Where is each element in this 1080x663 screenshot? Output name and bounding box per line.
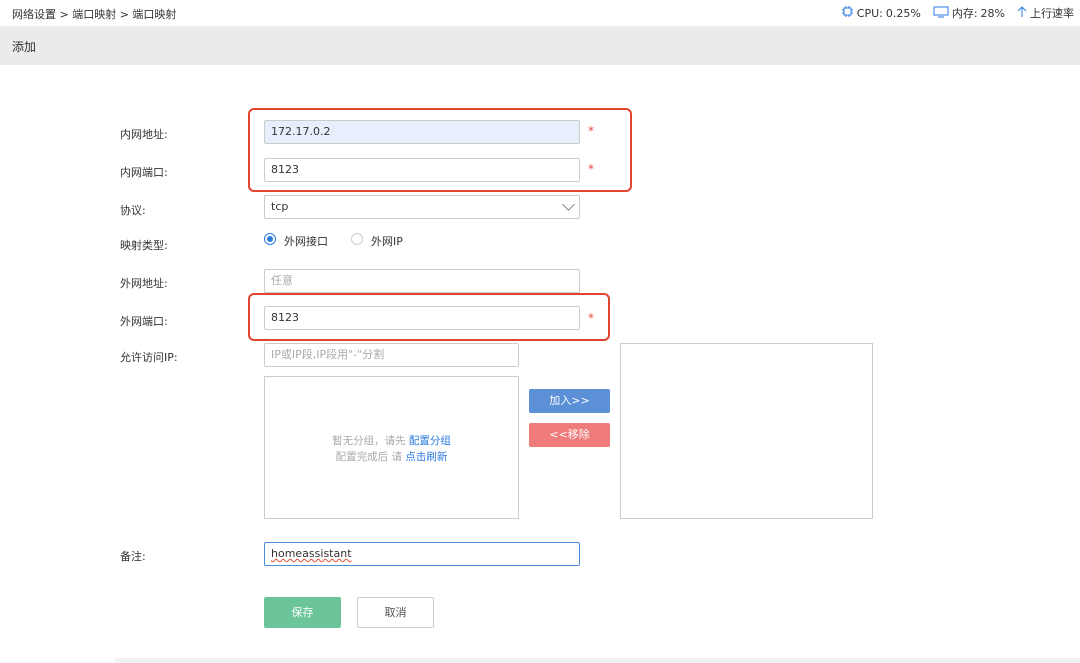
mem-label: 内存: xyxy=(951,7,978,20)
mem-value: 28% xyxy=(980,6,1005,20)
group-empty-line1: 暂无分组，请先 配置分组 xyxy=(264,433,519,448)
selected-list-panel[interactable] xyxy=(620,343,873,519)
map-type-label: 映射类型: xyxy=(120,239,168,252)
remark-label: 备注: xyxy=(120,550,146,563)
save-button[interactable]: 保存 xyxy=(264,597,341,628)
radio-wan-interface-label[interactable]: 外网接口 xyxy=(284,233,328,249)
arrow-up-icon xyxy=(1017,5,1027,21)
mem-status: 内存: 28% xyxy=(933,5,1005,21)
remark-value: homeassistant xyxy=(271,547,352,560)
upload-label: 上行速率 xyxy=(1030,7,1074,20)
allow-ip-input[interactable]: IP或IP段,IP段用"-"分割 xyxy=(264,343,519,367)
top-bar: 网络设置 > 端口映射 > 端口映射 CPU: 0.25% 内存: 28% 上行… xyxy=(0,0,1080,26)
protocol-label: 协议: xyxy=(120,204,146,217)
group-empty-text: 配置完成后 请 xyxy=(335,451,402,463)
wan-port-label: 外网端口: xyxy=(120,315,168,328)
breadcrumb: 网络设置 > 端口映射 > 端口映射 xyxy=(12,8,177,21)
protocol-value: tcp xyxy=(271,200,289,213)
page-title: 添加 xyxy=(12,40,37,54)
chevron-down-icon xyxy=(562,198,575,211)
refresh-link[interactable]: 点击刷新 xyxy=(405,451,447,463)
allow-ip-label: 允许访问IP: xyxy=(120,351,178,364)
page-header: 添加 xyxy=(0,26,1080,65)
cpu-status: CPU: 0.25% xyxy=(841,5,921,21)
configure-group-link[interactable]: 配置分组 xyxy=(409,435,451,447)
highlight-box-wan xyxy=(248,293,610,341)
radio-wan-ip[interactable] xyxy=(351,233,363,245)
remark-input[interactable]: homeassistant xyxy=(264,542,580,566)
add-button[interactable]: 加入>> xyxy=(529,389,610,413)
system-status: CPU: 0.25% 内存: 28% 上行速率 xyxy=(841,5,1080,21)
group-empty-line2: 配置完成后 请 点击刷新 xyxy=(264,449,519,464)
monitor-icon xyxy=(933,6,949,21)
cancel-button[interactable]: 取消 xyxy=(357,597,434,628)
cpu-label: CPU: xyxy=(856,6,883,20)
remove-button[interactable]: <<移除 xyxy=(529,423,610,447)
radio-wan-ip-label[interactable]: 外网IP xyxy=(371,233,403,249)
wan-address-label: 外网地址: xyxy=(120,277,168,290)
upload-status: 上行速率 xyxy=(1017,5,1074,21)
protocol-select[interactable]: tcp xyxy=(264,195,580,219)
group-empty-text: 暂无分组，请先 xyxy=(332,435,406,447)
radio-wan-interface[interactable] xyxy=(264,233,276,245)
cpu-value: 0.25% xyxy=(885,6,921,20)
wan-address-input[interactable]: 任意 xyxy=(264,269,580,293)
bottom-divider xyxy=(115,658,1080,663)
lan-port-label: 内网端口: xyxy=(120,166,168,179)
chip-icon xyxy=(841,5,854,21)
highlight-box-lan xyxy=(248,108,632,192)
lan-address-label: 内网地址: xyxy=(120,128,168,141)
